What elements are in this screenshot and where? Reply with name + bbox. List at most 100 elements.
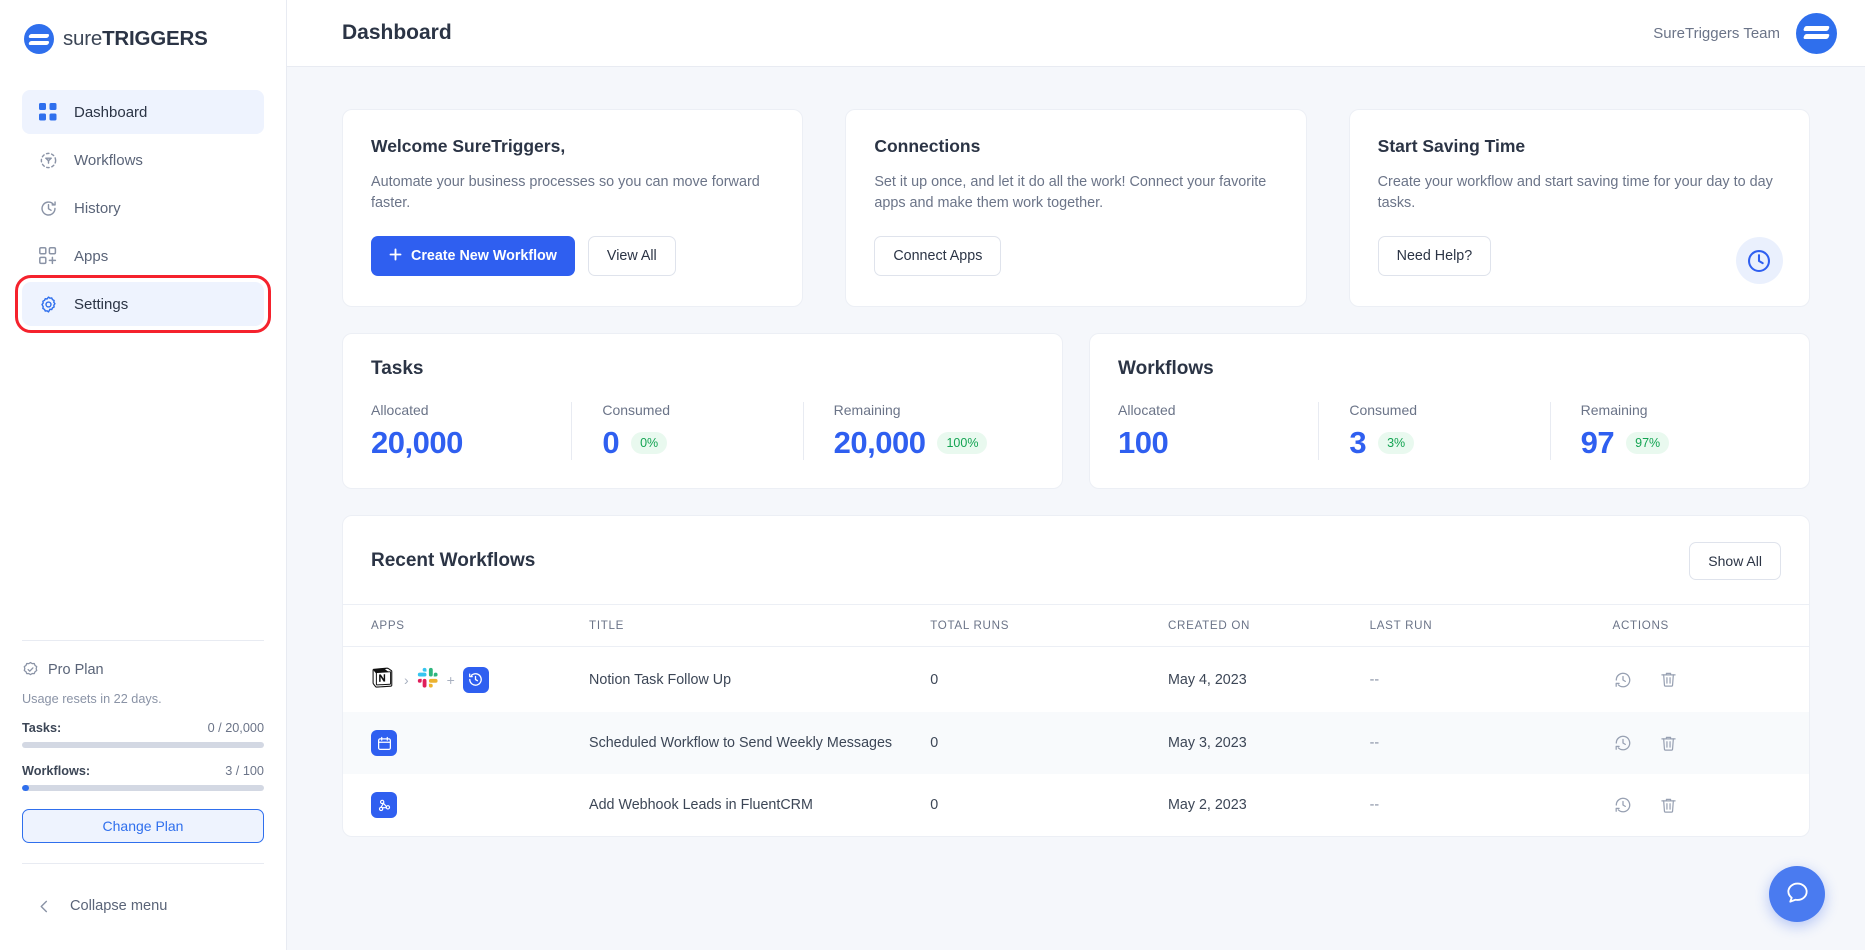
column-header-actions: ACTIONS <box>1612 604 1809 648</box>
cell-actions <box>1613 774 1809 836</box>
top-bar: Dashboard SureTriggers Team <box>287 0 1865 67</box>
app-logo[interactable]: sureTRIGGERS <box>24 24 208 54</box>
stat-label: Remaining <box>833 402 901 418</box>
workflows-meter-key: Workflows: <box>22 764 91 778</box>
trash-icon[interactable] <box>1659 796 1678 815</box>
check-badge-icon <box>22 661 39 678</box>
notion-icon <box>371 665 396 694</box>
stat-label: Allocated <box>371 402 429 418</box>
top-bar-right: SureTriggers Team <box>1653 12 1837 54</box>
show-all-button[interactable]: Show All <box>1689 542 1781 581</box>
promo-body: Set it up once, and let it do all the wo… <box>874 174 1267 211</box>
grid-icon <box>38 102 58 122</box>
collapse-section: Collapse menu <box>0 863 286 928</box>
history-icon[interactable] <box>1613 733 1633 753</box>
table-row[interactable]: Scheduled Workflow to Send Weekly Messag… <box>343 712 1809 775</box>
need-help-button[interactable]: Need Help? <box>1377 236 1492 276</box>
chevron-right-icon: › <box>404 671 409 688</box>
tasks-meter-key: Tasks: <box>22 721 62 735</box>
schedule-icon <box>371 730 397 757</box>
delay-icon <box>462 666 489 693</box>
stats-card-title: Tasks <box>371 358 424 379</box>
promo-actions: Connect Apps <box>874 236 1277 276</box>
plan-name: Pro Plan <box>48 661 104 678</box>
gear-icon <box>38 294 58 314</box>
team-name: SureTriggers Team <box>1653 24 1780 42</box>
column-header-last-run: LAST RUN <box>1369 604 1613 648</box>
stat-cell-allocated: Allocated 100 <box>1118 402 1318 460</box>
sidebar: sureTRIGGERS Dashboard Workflows History <box>0 0 287 950</box>
table-row[interactable]: Add Webhook Leads in FluentCRM 0 May 2, … <box>343 774 1809 836</box>
table-row[interactable]: › + Notion Task Follow Up 0 May 4, 2023 … <box>343 647 1809 713</box>
cell-total-runs: 0 <box>930 797 939 814</box>
cell-created-on: May 3, 2023 <box>1167 735 1247 752</box>
collapse-menu-button[interactable]: Collapse menu <box>22 884 264 928</box>
cell-created-on: May 4, 2023 <box>1167 671 1247 688</box>
trash-icon[interactable] <box>1659 734 1678 753</box>
create-new-workflow-button[interactable]: Create New Workflow <box>371 236 575 276</box>
stat-value-row: 100 <box>1118 425 1302 460</box>
slack-icon <box>417 667 439 693</box>
clock-icon <box>1735 237 1783 284</box>
workflows-meter-label: Workflows: 3 / 100 <box>22 764 264 778</box>
stat-label: Consumed <box>602 402 671 418</box>
stats-grid: Allocated 100 Consumed 3 3% Remaining 97… <box>1118 402 1781 461</box>
sidebar-item-settings[interactable]: Settings <box>15 275 271 333</box>
sidebar-bottom-pad <box>0 928 286 950</box>
cell-actions <box>1613 712 1809 774</box>
stat-cell-consumed: Consumed 3 3% <box>1318 402 1549 461</box>
app-chain <box>371 792 579 819</box>
tasks-meter-bar <box>22 742 264 748</box>
promo-card-row: Welcome SureTriggers, Automate your busi… <box>342 109 1810 307</box>
column-header-total-runs: TOTAL RUNS <box>930 604 1168 648</box>
history-icon[interactable] <box>1613 670 1633 690</box>
sidebar-item-apps[interactable]: Apps <box>22 234 264 278</box>
table-body: › + Notion Task Follow Up 0 May 4, 2023 … <box>343 647 1809 837</box>
stats-card-title: Workflows <box>1118 358 1214 379</box>
sidebar-item-label: History <box>74 199 121 217</box>
plan-section: Pro Plan Usage resets in 22 days. Tasks:… <box>0 640 286 843</box>
recent-workflows-table: APPS TITLE TOTAL RUNS CREATED ON LAST RU… <box>343 604 1809 836</box>
logo-text-light: sure <box>63 27 103 50</box>
connect-apps-button[interactable]: Connect Apps <box>874 236 1002 276</box>
promo-title: Welcome SureTriggers, <box>371 136 566 156</box>
promo-title: Connections <box>874 136 981 156</box>
view-all-button[interactable]: View All <box>587 236 676 276</box>
sidebar-item-history[interactable]: History <box>22 186 264 230</box>
change-plan-button[interactable]: Change Plan <box>22 809 264 843</box>
history-icon <box>38 198 58 218</box>
row-actions <box>1613 733 1799 753</box>
cell-apps: › + <box>343 647 589 713</box>
promo-body: Automate your business processes so you … <box>371 174 760 211</box>
cell-title: Add Webhook Leads in FluentCRM <box>589 797 813 814</box>
sidebar-item-label: Dashboard <box>74 103 148 121</box>
chat-help-icon <box>1784 879 1811 909</box>
stat-value: 20,000 <box>833 425 926 460</box>
collapse-divider <box>22 863 264 864</box>
stat-cell-remaining: Remaining 97 97% <box>1549 402 1781 461</box>
collapse-menu-label: Collapse menu <box>70 898 168 914</box>
column-header-created-on: CREATED ON <box>1167 604 1370 648</box>
history-icon[interactable] <box>1613 795 1633 815</box>
stat-value: 20,000 <box>371 425 463 460</box>
stats-card-workflows: Workflows Allocated 100 Consumed 3 3% Re… <box>1089 333 1810 490</box>
workflows-meter-fill <box>22 785 30 791</box>
stat-value-row: 20,000 <box>371 425 555 460</box>
cell-title: Scheduled Workflow to Send Weekly Messag… <box>589 735 893 752</box>
trash-icon[interactable] <box>1659 670 1678 689</box>
avatar[interactable] <box>1796 12 1837 54</box>
app-chain <box>371 730 579 757</box>
recent-workflows-title: Recent Workflows <box>371 550 536 572</box>
plus-icon: + <box>446 671 455 688</box>
suretriggers-logo-icon <box>24 24 54 54</box>
logo-text-bold: TRIGGERS <box>102 27 208 50</box>
table-header: APPS TITLE TOTAL RUNS CREATED ON LAST RU… <box>343 604 1809 648</box>
sidebar-item-workflows[interactable]: Workflows <box>22 138 264 182</box>
help-chat-button[interactable] <box>1769 866 1825 922</box>
sidebar-nav: Dashboard Workflows History Apps Setting <box>0 90 286 333</box>
workflows-meter-bar <box>22 785 264 791</box>
main-area: Dashboard SureTriggers Team Welcome Sure… <box>287 0 1865 950</box>
workflows-meter-value: 3 / 100 <box>225 764 264 778</box>
row-actions <box>1613 795 1799 815</box>
sidebar-item-dashboard[interactable]: Dashboard <box>22 90 264 134</box>
